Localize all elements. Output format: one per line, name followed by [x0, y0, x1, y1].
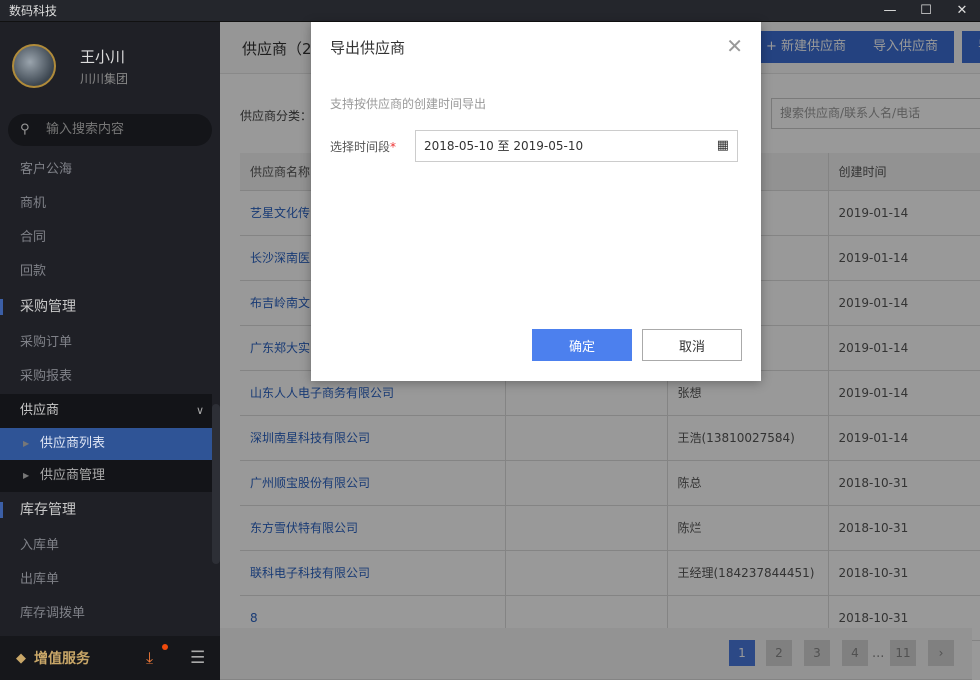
- sidebar-item-label: 回款: [20, 264, 47, 279]
- sidebar-item-label: 库存管理: [20, 502, 76, 518]
- date-range-label: 选择时间段*: [330, 140, 397, 154]
- sidebar-nav: 客户公海商机合同回款采购管理采购订单采购报表供应商 ∨ ▶ 供应商列表 ▶ 供应商管理库存…: [0, 153, 212, 631]
- search-icon: ⚲: [20, 122, 30, 137]
- calendar-icon[interactable]: ▦: [717, 131, 729, 161]
- notification-dot: [162, 644, 168, 650]
- sidebar-item[interactable]: ▶ 供应商列表: [0, 428, 212, 460]
- sidebar-item-label: 客户公海: [20, 162, 73, 177]
- sidebar-item-label: 商机: [20, 196, 47, 211]
- minimize-icon[interactable]: —: [872, 0, 908, 22]
- sidebar-item[interactable]: 回款: [0, 255, 212, 289]
- date-range-input[interactable]: 2018-05-10 至 2019-05-10 ▦: [415, 130, 738, 162]
- cancel-button[interactable]: 取消: [642, 329, 742, 361]
- download-icon[interactable]: ⤓: [146, 648, 153, 668]
- diamond-icon: ◆: [16, 650, 26, 666]
- sidebar-item-label: 采购管理: [20, 299, 76, 315]
- sidebar-item-label: 合同: [20, 230, 47, 245]
- sidebar-item[interactable]: 采购订单: [0, 326, 212, 360]
- sidebar-item[interactable]: 库存调拨单: [0, 597, 212, 631]
- sidebar-item-label: 采购订单: [20, 335, 73, 350]
- sidebar-item-label: 出库单: [20, 572, 60, 587]
- app-title: 数码科技: [9, 4, 58, 18]
- user-name: 王小川: [80, 47, 126, 66]
- sidebar-item[interactable]: 库存管理: [0, 492, 212, 529]
- sidebar: 王小川 川川集团 ⚲ 输入搜索内容 客户公海商机合同回款采购管理采购订单采购报表…: [0, 22, 220, 680]
- sidebar-item-label: 供应商: [20, 403, 60, 418]
- confirm-button[interactable]: 确定: [532, 329, 632, 361]
- menu-icon[interactable]: ☰: [190, 648, 205, 668]
- sidebar-item-label: 采购报表: [20, 369, 73, 384]
- vip-service-link[interactable]: 增值服务: [34, 648, 90, 668]
- sidebar-item[interactable]: 客户公海: [0, 153, 212, 187]
- sidebar-item[interactable]: 采购管理: [0, 289, 212, 326]
- user-company: 川川集团: [80, 71, 129, 86]
- sidebar-item[interactable]: 商机: [0, 187, 212, 221]
- close-window-icon[interactable]: ✕: [944, 0, 980, 22]
- sidebar-item[interactable]: 出库单: [0, 563, 212, 597]
- dialog-title: 导出供应商: [330, 39, 406, 57]
- sidebar-item-label: 供应商管理: [40, 468, 106, 483]
- close-icon[interactable]: ✕: [726, 34, 743, 58]
- sidebar-bottom-bar: ◆ 增值服务 ⤓ ☰: [0, 636, 220, 680]
- user-profile[interactable]: 王小川 川川集团: [12, 44, 128, 88]
- sidebar-search-input[interactable]: ⚲ 输入搜索内容: [8, 114, 212, 146]
- title-bar: 数码科技 — ☐ ✕: [0, 0, 980, 22]
- chevron-down-icon[interactable]: ∨: [196, 394, 204, 428]
- sidebar-item[interactable]: 合同: [0, 221, 212, 255]
- avatar[interactable]: [12, 44, 56, 88]
- sidebar-item[interactable]: 入库单: [0, 529, 212, 563]
- sidebar-item-label: 库存调拨单: [20, 606, 86, 621]
- sidebar-item[interactable]: ▶ 供应商管理: [0, 460, 212, 492]
- caret-right-icon: ▶: [23, 471, 30, 480]
- maximize-icon[interactable]: ☐: [908, 0, 944, 22]
- sidebar-item-label: 入库单: [20, 538, 60, 553]
- sidebar-item-label: 供应商列表: [40, 436, 106, 451]
- sidebar-scrollbar[interactable]: [212, 404, 220, 564]
- caret-right-icon: ▶: [23, 439, 30, 448]
- export-dialog: 导出供应商 ✕ 支持按供应商的创建时间导出 选择时间段* 2018-05-10 …: [311, 22, 761, 381]
- dialog-description: 支持按供应商的创建时间导出: [330, 97, 487, 111]
- sidebar-item[interactable]: 供应商 ∨: [0, 394, 212, 428]
- sidebar-item[interactable]: 采购报表: [0, 360, 212, 394]
